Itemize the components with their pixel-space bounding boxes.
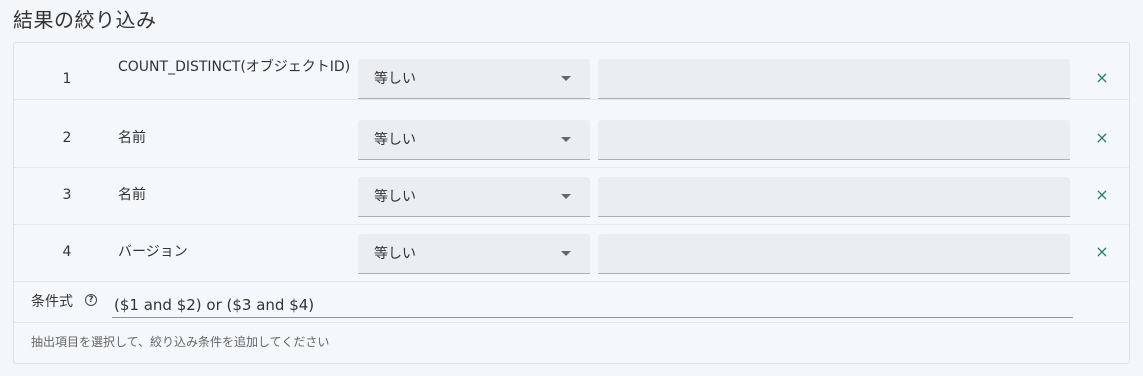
- operator-value: 等しい: [374, 132, 416, 148]
- close-icon[interactable]: ×: [1092, 185, 1112, 205]
- section-title: 結果の絞り込み: [13, 8, 157, 32]
- filter-panel: 1 COUNT_DISTINCT(オブジェクトID) 等しい × 2 名前 等し…: [13, 42, 1130, 364]
- value-input[interactable]: [598, 120, 1070, 160]
- help-icon[interactable]: ?: [85, 294, 97, 306]
- filter-row: 2 名前 等しい ×: [14, 111, 1129, 168]
- condition-input[interactable]: [112, 292, 1073, 318]
- condition-row: 条件式 ?: [14, 282, 1129, 323]
- field-name: 名前: [118, 187, 146, 203]
- value-input[interactable]: [598, 177, 1070, 217]
- close-icon[interactable]: ×: [1092, 242, 1112, 262]
- close-icon[interactable]: ×: [1092, 128, 1112, 148]
- filter-row: 1 COUNT_DISTINCT(オブジェクトID) 等しい ×: [14, 43, 1129, 100]
- operator-value: 等しい: [374, 246, 416, 262]
- caret-down-icon: [561, 137, 571, 142]
- field-name: COUNT_DISTINCT(オブジェクトID): [118, 59, 351, 75]
- caret-down-icon: [561, 194, 571, 199]
- operator-select[interactable]: 等しい: [358, 120, 590, 160]
- hint-text: 抽出項目を選択して、絞り込み条件を追加してください: [31, 335, 330, 349]
- filter-row: 4 バージョン 等しい ×: [14, 225, 1129, 282]
- row-index: 4: [62, 244, 72, 260]
- field-name: バージョン: [118, 244, 188, 260]
- value-input[interactable]: [598, 234, 1070, 274]
- operator-select[interactable]: 等しい: [358, 177, 590, 217]
- filter-row: 3 名前 等しい ×: [14, 168, 1129, 225]
- caret-down-icon: [561, 76, 571, 81]
- row-index: 3: [62, 187, 72, 203]
- condition-label: 条件式: [31, 294, 73, 310]
- row-index: 2: [62, 130, 72, 146]
- operator-value: 等しい: [374, 189, 416, 205]
- caret-down-icon: [561, 251, 571, 256]
- operator-value: 等しい: [374, 71, 416, 87]
- operator-select[interactable]: 等しい: [358, 234, 590, 274]
- value-input[interactable]: [598, 59, 1070, 99]
- operator-select[interactable]: 等しい: [358, 59, 590, 99]
- row-index: 1: [62, 71, 72, 87]
- close-icon[interactable]: ×: [1092, 68, 1112, 88]
- field-name: 名前: [118, 130, 146, 146]
